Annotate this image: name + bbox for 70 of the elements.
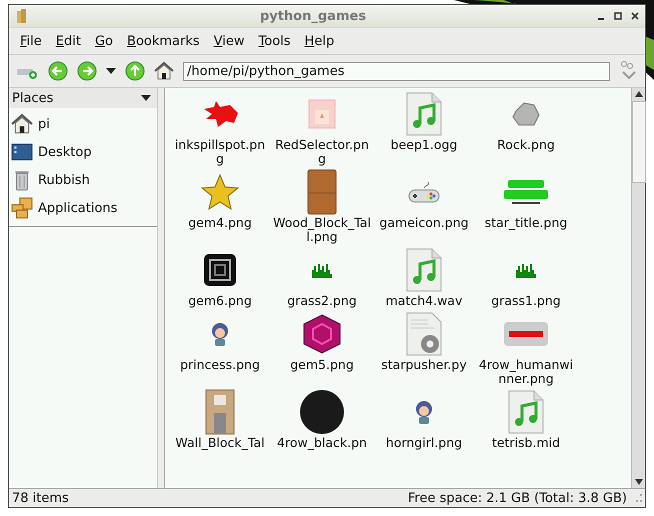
star-icon xyxy=(201,174,239,210)
thumbnail-tile[interactable]: princess.png xyxy=(169,310,271,386)
grass-icon xyxy=(514,262,538,278)
menu-item[interactable]: Help xyxy=(298,32,342,50)
title-image-icon xyxy=(502,178,550,206)
thumbnail-tile[interactable]: gem5.png xyxy=(271,310,373,386)
place-item[interactable]: Applications xyxy=(9,194,157,222)
menu-item[interactable]: Go xyxy=(88,32,120,50)
gamepad-icon xyxy=(408,180,440,204)
folder-icon xyxy=(15,8,29,24)
forward-icon[interactable] xyxy=(77,61,97,81)
banner-image-icon xyxy=(503,321,549,347)
dropdown-caret-icon[interactable] xyxy=(106,68,116,74)
wood-block-icon xyxy=(307,169,337,215)
place-item[interactable]: Rubbish xyxy=(9,166,157,194)
thumbnail-tile[interactable]: grass2.png xyxy=(271,246,373,308)
up-icon[interactable] xyxy=(125,61,145,81)
thumbnail-tile[interactable]: starpusher.py xyxy=(373,310,475,386)
thumbnail-tile[interactable]: 4row_humanwinner.png xyxy=(475,310,577,386)
thumbnail-tile[interactable]: grass1.png xyxy=(475,246,577,308)
thumbnail-tile[interactable]: match4.wav xyxy=(373,246,475,308)
free-space-text: Free space: 2.1 GB (Total: 3.8 GB) xyxy=(408,490,627,506)
character-icon xyxy=(209,320,231,348)
close-icon[interactable] xyxy=(631,12,639,20)
item-count: 78 items xyxy=(12,490,70,506)
grass-icon xyxy=(310,262,334,278)
menu-item[interactable]: View xyxy=(206,32,252,50)
home-icon[interactable] xyxy=(154,61,174,81)
caret-icon[interactable] xyxy=(141,95,151,101)
places-header[interactable]: Places xyxy=(9,88,157,108)
window-title: python_games xyxy=(258,8,368,24)
thumbnail-tile[interactable]: 4row_black.pn xyxy=(271,388,373,450)
place-item[interactable]: pi xyxy=(9,110,157,138)
character-icon xyxy=(413,398,435,426)
square-gem-icon xyxy=(203,253,237,287)
thumbnail-tile[interactable]: beep1.ogg xyxy=(373,90,475,166)
thumbnail-tile[interactable]: gameicon.png xyxy=(373,168,475,244)
back-icon[interactable] xyxy=(48,61,68,81)
thumbnail-tile[interactable]: Wall_Block_Tal xyxy=(169,388,271,450)
hexagon-gem-icon xyxy=(303,314,341,354)
monitor-icon xyxy=(11,141,33,163)
rock-icon xyxy=(512,101,540,127)
resize-grip-icon[interactable] xyxy=(633,493,643,503)
menu-item[interactable]: File xyxy=(13,32,49,50)
music-file-icon xyxy=(406,92,442,136)
thumbnail-tile[interactable]: tetrisb.mid xyxy=(475,388,577,450)
thumbnail-tile[interactable]: gem6.png xyxy=(169,246,271,308)
thumbnail-tile[interactable]: horngirl.png xyxy=(373,388,475,450)
thumbnail-tile[interactable]: RedSelector.png xyxy=(271,90,373,166)
menu-item[interactable]: Edit xyxy=(48,32,88,50)
music-file-icon xyxy=(508,390,544,434)
round-disc-icon xyxy=(299,389,345,435)
thumbnail-tile[interactable]: gem4.png xyxy=(169,168,271,244)
script-file-icon xyxy=(406,312,442,356)
places-title: Places xyxy=(12,90,54,106)
music-file-icon xyxy=(406,248,442,292)
house-icon xyxy=(11,113,33,135)
location-field[interactable]: /home/pi/python_games xyxy=(183,62,610,80)
thumbnail-tile[interactable]: Wood_Block_Tall.png xyxy=(271,168,373,244)
scroll-bar[interactable] xyxy=(631,88,645,488)
menu-item[interactable]: Tools xyxy=(252,32,298,50)
thumbnail-tile[interactable]: Rock.png xyxy=(475,90,577,166)
boxes-icon xyxy=(11,197,33,219)
place-item[interactable]: Desktop xyxy=(9,138,157,166)
wall-block-icon xyxy=(205,389,235,435)
selector-tile-icon xyxy=(308,99,336,129)
maximize-icon[interactable] xyxy=(614,12,622,20)
thumbnail-tile[interactable]: star_title.png xyxy=(475,168,577,244)
thumbnail-tile[interactable]: inkspillspot.png xyxy=(169,90,271,166)
menu-item[interactable]: Bookmarks xyxy=(120,32,207,50)
